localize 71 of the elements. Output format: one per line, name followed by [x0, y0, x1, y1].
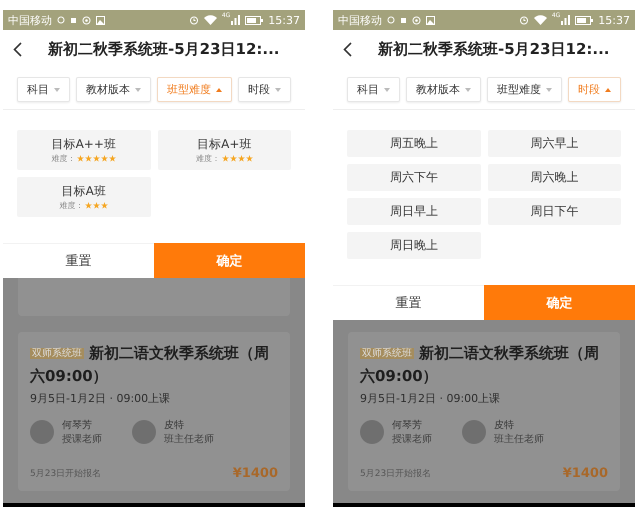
ring-icon — [412, 16, 421, 24]
ring-icon — [82, 16, 91, 24]
teacher-name: 皮特 — [164, 418, 185, 432]
teacher-role: 授课老师 — [62, 432, 102, 446]
teacher-name: 何琴芳 — [392, 418, 423, 432]
option-button[interactable]: 周日下午 — [488, 198, 621, 225]
wifi-icon — [204, 15, 217, 25]
square-icon — [70, 16, 77, 24]
course-tag: 双师系统班 — [30, 348, 84, 359]
signal-icon — [561, 15, 570, 25]
filter-tab[interactable]: 班型难度 — [487, 77, 562, 102]
page-title: 新初二秋季系统班-5月23日12:... — [48, 40, 280, 58]
course-title: $^{双师系统班}$ 新初二语文秋季系统班（周六09:00） — [360, 343, 600, 387]
course-price: ¥1400 — [562, 466, 608, 481]
square-icon — [400, 16, 407, 24]
back-icon[interactable] — [13, 42, 22, 56]
course-schedule: 9月5日-1月2日 · 09:00上课 — [360, 391, 502, 406]
teacher-role: 班主任老师 — [164, 432, 214, 446]
option-button[interactable]: 周五晚上 — [347, 130, 480, 157]
teacher-role: 班主任老师 — [494, 432, 544, 446]
filter-tab[interactable]: 时段 — [238, 77, 291, 102]
teacher-name: 皮特 — [494, 418, 515, 432]
battery-icon — [245, 16, 264, 24]
filter-tab[interactable]: 科目 — [17, 77, 70, 102]
alarm-clock-icon — [188, 15, 199, 25]
course-price: ¥1400 — [232, 466, 278, 481]
caret-icon — [54, 88, 60, 92]
picture-icon — [426, 16, 435, 24]
option-button[interactable]: 周六下午 — [347, 164, 480, 191]
caret-icon — [275, 88, 281, 92]
difficulty-label: 难度： — [51, 153, 76, 164]
course-tag: 双师系统班 — [360, 348, 414, 359]
page-title: 新初二秋季系统班-5月23日12:... — [378, 40, 610, 58]
enroll-date: 5月23日开始报名 — [30, 468, 102, 480]
option-button[interactable]: 目标A班 难度： — [17, 177, 150, 217]
picture-icon — [96, 16, 105, 24]
caret-icon — [605, 88, 611, 92]
difficulty-label: 难度： — [196, 153, 220, 164]
caret-icon — [384, 88, 390, 92]
course-schedule: 9月5日-1月2日 · 09:00上课 — [30, 391, 172, 406]
avatar — [132, 420, 156, 444]
alarm-clock-icon — [518, 15, 529, 25]
back-icon[interactable] — [343, 42, 352, 56]
difficulty-label: 难度： — [59, 200, 84, 211]
caret-icon — [546, 88, 552, 92]
enroll-date: 5月23日开始报名 — [360, 468, 432, 480]
clock-time: 15:37 — [598, 14, 630, 26]
signal-icon — [231, 15, 240, 25]
avatar — [360, 420, 384, 444]
carrier-name: 中国移动 — [338, 12, 382, 28]
filter-tab[interactable]: 科目 — [347, 77, 400, 102]
option-button[interactable]: 周六早上 — [488, 130, 621, 157]
filter-tab[interactable]: 教材版本 — [76, 77, 151, 102]
teacher-name: 何琴芳 — [62, 418, 93, 432]
carrier-name: 中国移动 — [8, 12, 52, 28]
option-button[interactable]: 周六晚上 — [488, 164, 621, 191]
wifi-icon — [534, 15, 547, 25]
filter-tab[interactable]: 教材版本 — [406, 77, 481, 102]
caret-icon — [465, 88, 471, 92]
avatar — [462, 420, 486, 444]
clock-time: 15:37 — [268, 14, 300, 26]
teacher-role: 授课老师 — [392, 432, 432, 446]
avatar — [30, 420, 54, 444]
option-button[interactable]: 周日晚上 — [347, 232, 480, 259]
caret-icon — [216, 88, 222, 92]
course-title: $^{双师系统班}$ 新初二语文秋季系统班（周六09:00） — [30, 343, 270, 387]
battery-icon — [575, 16, 594, 24]
option-button[interactable]: 周日早上 — [347, 198, 480, 225]
option-button[interactable]: 目标A+班 难度： — [158, 130, 291, 170]
option-button[interactable]: 目标A++班 难度： — [17, 130, 150, 170]
caret-icon — [135, 88, 141, 92]
